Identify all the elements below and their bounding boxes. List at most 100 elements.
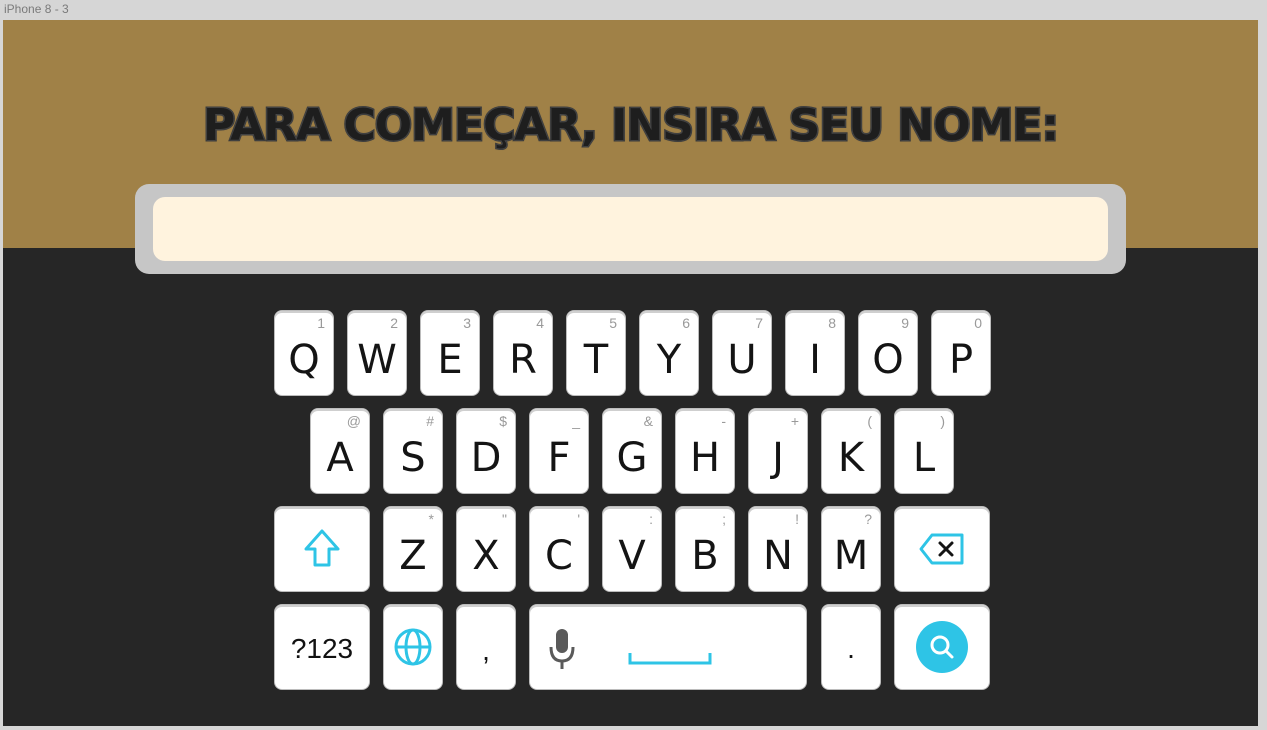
app-screen: PARA COMEÇAR, INSIRA SEU NOME: 1Q 2W 3E …: [3, 20, 1258, 726]
shift-key[interactable]: [275, 507, 369, 591]
symbols-key-label: ?123: [290, 633, 354, 664]
microphone-icon: [548, 627, 576, 675]
key-l[interactable]: ) L: [895, 409, 953, 493]
shift-arrow-icon: [275, 507, 369, 591]
key-hint: $: [499, 413, 507, 429]
key-hint: 3: [463, 315, 471, 331]
key-hint: +: [790, 413, 799, 429]
page-title: PARA COMEÇAR, INSIRA SEU NOME:: [201, 99, 1060, 153]
key-letter: N: [763, 533, 793, 579]
key-letter: M: [833, 533, 869, 579]
globe-icon: [384, 605, 442, 689]
key-w[interactable]: 2W: [348, 311, 406, 395]
key-letter: D: [470, 435, 502, 481]
key-hint: (: [867, 413, 872, 429]
space-key[interactable]: [530, 605, 806, 689]
key-f[interactable]: _ F: [530, 409, 588, 493]
key-n[interactable]: ! N: [749, 507, 807, 591]
key-letter: O: [872, 337, 904, 383]
key-letter: S: [400, 435, 426, 481]
key-letter: Q: [288, 337, 320, 383]
name-input[interactable]: [153, 197, 1108, 261]
period-key-label: .: [847, 633, 855, 664]
space-bar-icon: [628, 651, 712, 671]
key-letter: J: [772, 435, 784, 481]
key-hint: 0: [974, 315, 982, 331]
key-hint: 8: [828, 315, 836, 331]
key-j[interactable]: + J: [749, 409, 807, 493]
key-o[interactable]: 9O: [859, 311, 917, 395]
key-q[interactable]: 1Q: [275, 311, 333, 395]
key-letter: I: [809, 337, 821, 383]
key-letter: G: [616, 435, 648, 481]
key-hint: *: [428, 511, 434, 527]
period-key[interactable]: .: [822, 605, 880, 689]
key-hint: ": [502, 511, 507, 527]
backspace-key[interactable]: [895, 507, 989, 591]
key-letter: C: [545, 533, 573, 579]
key-letter: R: [509, 337, 537, 383]
key-r[interactable]: 4R: [494, 311, 552, 395]
key-hint: :: [649, 511, 653, 527]
key-letter: B: [691, 533, 719, 579]
key-hint: 4: [536, 315, 544, 331]
key-letter: W: [357, 337, 397, 383]
key-y[interactable]: 6Y: [640, 311, 698, 395]
key-letter: V: [618, 533, 646, 579]
search-icon: [895, 605, 989, 689]
key-d[interactable]: $ D: [457, 409, 515, 493]
key-letter: F: [547, 435, 571, 481]
key-u[interactable]: 7U: [713, 311, 771, 395]
key-hint: @: [346, 413, 361, 429]
backspace-icon: [895, 507, 989, 591]
key-i[interactable]: 8I: [786, 311, 844, 395]
key-h[interactable]: -H: [676, 409, 734, 493]
key-hint: &: [643, 413, 653, 429]
key-c[interactable]: ' C: [530, 507, 588, 591]
key-letter: T: [583, 337, 609, 383]
key-letter: E: [437, 337, 463, 383]
key-hint: ;: [722, 511, 726, 527]
key-letter: P: [948, 337, 974, 383]
key-letter: X: [472, 533, 500, 579]
key-hint: 5: [609, 315, 617, 331]
key-letter: Y: [656, 337, 682, 383]
key-hint: 7: [755, 315, 763, 331]
name-input-container: [135, 184, 1126, 274]
comma-key[interactable]: ,: [457, 605, 515, 689]
key-e[interactable]: 3E: [421, 311, 479, 395]
language-key[interactable]: [384, 605, 442, 689]
key-letter: L: [912, 435, 936, 481]
key-hint: 9: [901, 315, 909, 331]
key-hint: -: [721, 413, 726, 429]
key-z[interactable]: * Z: [384, 507, 442, 591]
key-hint: ): [940, 413, 945, 429]
key-b[interactable]: ; B: [676, 507, 734, 591]
key-hint: 2: [390, 315, 398, 331]
key-a[interactable]: @ A: [311, 409, 369, 493]
key-hint: #: [426, 413, 434, 429]
comma-key-label: ,: [482, 635, 490, 666]
key-hint: 6: [682, 315, 690, 331]
key-hint: !: [795, 511, 799, 527]
key-t[interactable]: 5T: [567, 311, 625, 395]
key-letter: A: [326, 435, 354, 481]
key-hint: ': [577, 511, 580, 527]
key-g[interactable]: & G: [603, 409, 661, 493]
key-letter: K: [837, 435, 865, 481]
key-v[interactable]: :V: [603, 507, 661, 591]
key-s[interactable]: # S: [384, 409, 442, 493]
frame-label: iPhone 8 - 3: [4, 2, 69, 16]
key-hint: ?: [864, 511, 872, 527]
key-letter: Z: [399, 533, 427, 579]
key-letter: H: [689, 435, 721, 481]
key-m[interactable]: ? M: [822, 507, 880, 591]
key-hint: 1: [317, 315, 325, 331]
key-x[interactable]: " X: [457, 507, 515, 591]
key-k[interactable]: (K: [822, 409, 880, 493]
key-hint: _: [572, 413, 580, 429]
symbols-key[interactable]: ?123: [275, 605, 369, 689]
key-p[interactable]: 0P: [932, 311, 990, 395]
search-key[interactable]: [895, 605, 989, 689]
key-letter: U: [727, 337, 757, 383]
